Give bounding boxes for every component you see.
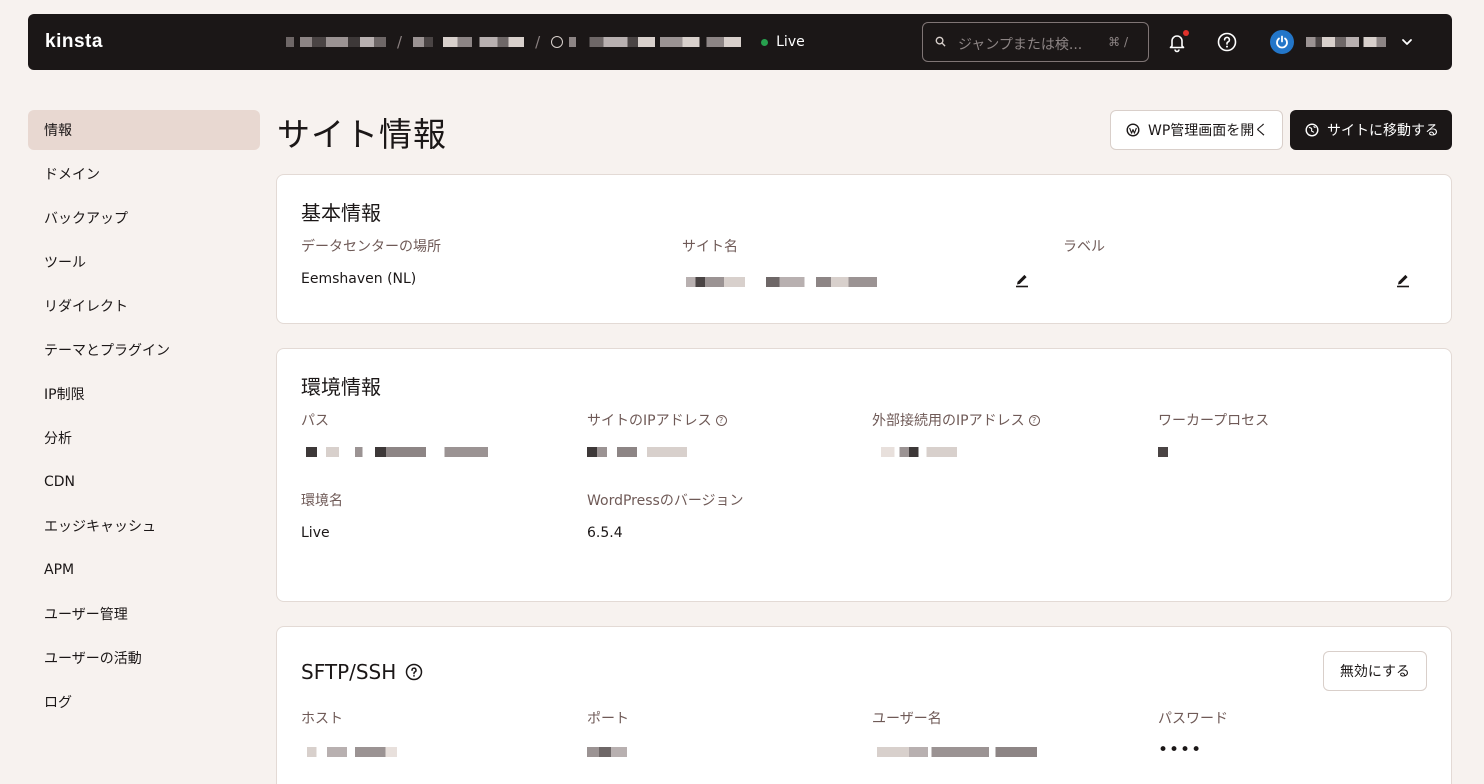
workers-label: ワーカープロセス [1158, 413, 1270, 429]
live-status-dot [761, 38, 769, 46]
wp-version-label: WordPressのバージョン [587, 493, 744, 509]
environment-card: 環境情報 パス サイトのIPアドレス? 外部接続用のIPアドレス? ワーカープロ… [276, 348, 1452, 602]
search-placeholder: ジャンプまたは検... [958, 37, 1083, 53]
external-ip-redacted [877, 447, 957, 457]
open-wp-admin-button[interactable]: WP管理画面を開く [1110, 110, 1283, 150]
environment-status[interactable]: Live [776, 34, 805, 50]
datacenter-value: Eemshaven (NL) [301, 271, 417, 287]
external-ip-help-icon[interactable]: ? [1028, 415, 1040, 426]
sftp-card: SFTP/SSH 無効にする ホスト ポート ユーザー名 パスワード •••• [276, 626, 1452, 784]
external-ip-label-text: 外部接続用のIPアドレス [872, 413, 1025, 429]
password-value: •••• [1158, 740, 1203, 760]
site-ip-label-text: サイトのIPアドレス [587, 413, 712, 429]
sidebar-item-backups[interactable]: バックアップ [28, 198, 260, 238]
port-redacted [587, 747, 627, 757]
wordpress-icon [551, 36, 564, 48]
external-ip-label: 外部接続用のIPアドレス? [872, 410, 1040, 430]
power-icon [1276, 35, 1288, 49]
breadcrumb-separator: / [535, 33, 541, 51]
sidebar-item-user-activity[interactable]: ユーザーの活動 [28, 638, 260, 678]
datacenter-label: データセンターの場所 [301, 239, 441, 255]
sidebar-item-info[interactable]: 情報 [28, 110, 260, 150]
label-label: ラベル [1063, 239, 1105, 255]
port-label: ポート [587, 711, 629, 727]
site-ip-label: サイトのIPアドレス? [587, 410, 727, 430]
username-label: ユーザー名 [872, 711, 942, 727]
chevron-down-icon[interactable] [1400, 35, 1414, 49]
sidebar-item-tools[interactable]: ツール [28, 242, 260, 282]
sidebar-item-cdn[interactable]: CDN [28, 462, 260, 502]
basic-info-title: 基本情報 [301, 201, 381, 225]
basic-info-card: 基本情報 データセンターの場所 Eemshaven (NL) サイト名 ラベル [276, 174, 1452, 324]
workers-redacted [1158, 447, 1168, 457]
sftp-help-icon[interactable] [405, 663, 423, 681]
path-redacted [306, 447, 488, 457]
sidebar-item-analytics[interactable]: 分析 [28, 418, 260, 458]
top-bar: kinsta / / Live ジャンプまたは検... ⌘ / [28, 14, 1452, 70]
sftp-title: SFTP/SSH [301, 660, 423, 684]
sidebar-item-apm[interactable]: APM [28, 550, 260, 590]
breadcrumb-separator: / [397, 33, 403, 51]
sidebar-item-edge-caching[interactable]: エッジキャッシュ [28, 506, 260, 546]
open-wp-admin-label: WP管理画面を開く [1148, 123, 1269, 139]
page-title: サイト情報 [277, 115, 447, 154]
site-name-label: サイト名 [682, 239, 738, 255]
globe-icon [1305, 123, 1319, 137]
env-name-value: Live [301, 525, 330, 541]
search-icon [935, 36, 946, 47]
visit-site-label: サイトに移動する [1327, 123, 1439, 139]
user-name-redacted[interactable] [1306, 37, 1386, 47]
username-redacted [877, 747, 1037, 757]
sftp-title-text: SFTP/SSH [301, 660, 397, 684]
search-shortcut: ⌘ / [1108, 35, 1128, 49]
help-icon[interactable] [1216, 31, 1238, 53]
breadcrumb-company-redacted[interactable] [286, 37, 386, 47]
kinsta-logo[interactable]: kinsta [45, 31, 103, 53]
sidebar-item-ip-deny[interactable]: IP制限 [28, 374, 260, 414]
wordpress-icon [1126, 123, 1140, 137]
sidebar-item-redirects[interactable]: リダイレクト [28, 286, 260, 326]
password-label: パスワード [1158, 711, 1228, 727]
site-ip-redacted [587, 447, 687, 457]
disable-sftp-button[interactable]: 無効にする [1323, 651, 1427, 691]
notification-dot [1183, 30, 1189, 36]
sidebar-item-logs[interactable]: ログ [28, 682, 260, 722]
host-redacted [301, 747, 397, 757]
wp-version-value: 6.5.4 [587, 525, 623, 541]
sidebar-nav: 情報 ドメイン バックアップ ツール リダイレクト テーマとプラグイン IP制限… [28, 110, 260, 726]
sidebar-item-domains[interactable]: ドメイン [28, 154, 260, 194]
breadcrumb-env-redacted[interactable] [569, 37, 742, 47]
breadcrumb-site-redacted[interactable] [413, 37, 525, 47]
sidebar-item-user-management[interactable]: ユーザー管理 [28, 594, 260, 634]
path-label: パス [301, 413, 329, 429]
env-name-label: 環境名 [301, 493, 343, 509]
user-avatar[interactable] [1270, 30, 1294, 54]
site-name-redacted [686, 277, 877, 287]
sidebar-item-themes-plugins[interactable]: テーマとプラグイン [28, 330, 260, 370]
environment-title: 環境情報 [301, 375, 381, 399]
search-input[interactable]: ジャンプまたは検... ⌘ / [922, 22, 1149, 62]
edit-site-name-icon[interactable] [1014, 272, 1030, 288]
host-label: ホスト [301, 711, 343, 727]
site-ip-help-icon[interactable]: ? [715, 415, 727, 426]
visit-site-button[interactable]: サイトに移動する [1290, 110, 1452, 150]
edit-label-icon[interactable] [1395, 272, 1411, 288]
breadcrumb: / / Live [286, 14, 805, 70]
